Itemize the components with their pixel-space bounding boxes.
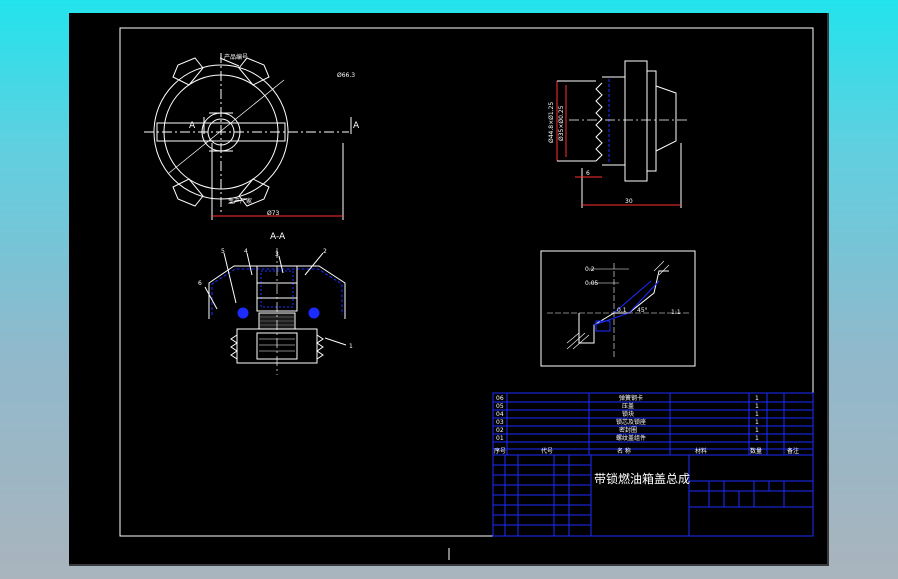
detail-label-3: 45° [637, 307, 648, 314]
section-marker-left: A [189, 121, 196, 131]
part-row-no: 01 [496, 435, 504, 442]
top-label-diameter: Ø66.3 [337, 72, 355, 79]
top-label-width: Ø73 [267, 210, 280, 217]
part-row-name: 锁块 [622, 410, 634, 418]
parts-header-name: 名 称 [617, 447, 631, 455]
parts-header-code: 代号 [541, 447, 553, 455]
detail-label-1: 0.2 [585, 266, 595, 273]
cad-drawing: 产品编号 Ø66.3 生产厂家 Ø73 A A A-A 5 4 3 2 6 1 … [119, 27, 814, 560]
detail-label-2: 0.05 [585, 280, 599, 287]
section-title: A-A [270, 232, 286, 242]
top-view [144, 53, 352, 220]
balloon-2: 2 [323, 248, 327, 255]
part-row-no: 03 [496, 419, 504, 426]
balloon-4: 4 [244, 248, 248, 255]
balloon-3: 3 [275, 251, 279, 258]
side-dim-small: 6 [586, 170, 590, 177]
section-view [204, 248, 347, 375]
part-row-no: 04 [496, 411, 504, 418]
part-row-name: 螺纹盖组件 [616, 434, 646, 442]
part-row-no: 06 [496, 395, 504, 402]
top-label-product-no: 产品编号 [224, 53, 248, 61]
part-row-qty: 1 [755, 411, 759, 418]
top-label-manufacturer: 生产厂家 [228, 197, 252, 205]
title-block-grid [492, 454, 814, 537]
part-row-no: 02 [496, 427, 504, 434]
balloon-1: 1 [349, 343, 353, 350]
balloon-6: 6 [198, 280, 202, 287]
side-dim-2: Ø35×Ø0.25 [558, 105, 565, 141]
side-dim-1: Ø44.8×Ø1.25 [548, 102, 555, 143]
side-dim-bottom: 30 [625, 198, 633, 205]
side-view [556, 60, 689, 208]
part-row-name: 弹簧钢卡 [619, 394, 643, 402]
detail-label-4: 0.1 [617, 307, 627, 314]
drawing-title: 带锁燃油箱盖总成 [594, 471, 690, 486]
detail-label-5: 1:1 [671, 309, 681, 316]
part-row-name: 锁芯及锁座 [616, 418, 646, 426]
parts-header-no: 序号 [494, 447, 506, 455]
drawing-canvas[interactable]: 产品编号 Ø66.3 生产厂家 Ø73 A A A-A 5 4 3 2 6 1 … [69, 13, 829, 566]
part-row-qty: 1 [755, 435, 759, 442]
part-row-name: 压盖 [622, 402, 634, 410]
parts-header-qty: 数量 [750, 447, 762, 455]
part-row-name: 密封圈 [619, 426, 637, 434]
parts-header-material: 材料 [695, 447, 707, 455]
parts-header-note: 备注 [787, 447, 799, 455]
part-row-qty: 1 [755, 403, 759, 410]
part-row-qty: 1 [755, 419, 759, 426]
part-row-qty: 1 [755, 395, 759, 402]
section-marker-right: A [353, 121, 360, 131]
drawing-frame [119, 27, 814, 537]
balloon-5: 5 [221, 248, 225, 255]
parts-list-grid [492, 392, 814, 456]
part-row-qty: 1 [755, 427, 759, 434]
part-row-no: 05 [496, 403, 504, 410]
